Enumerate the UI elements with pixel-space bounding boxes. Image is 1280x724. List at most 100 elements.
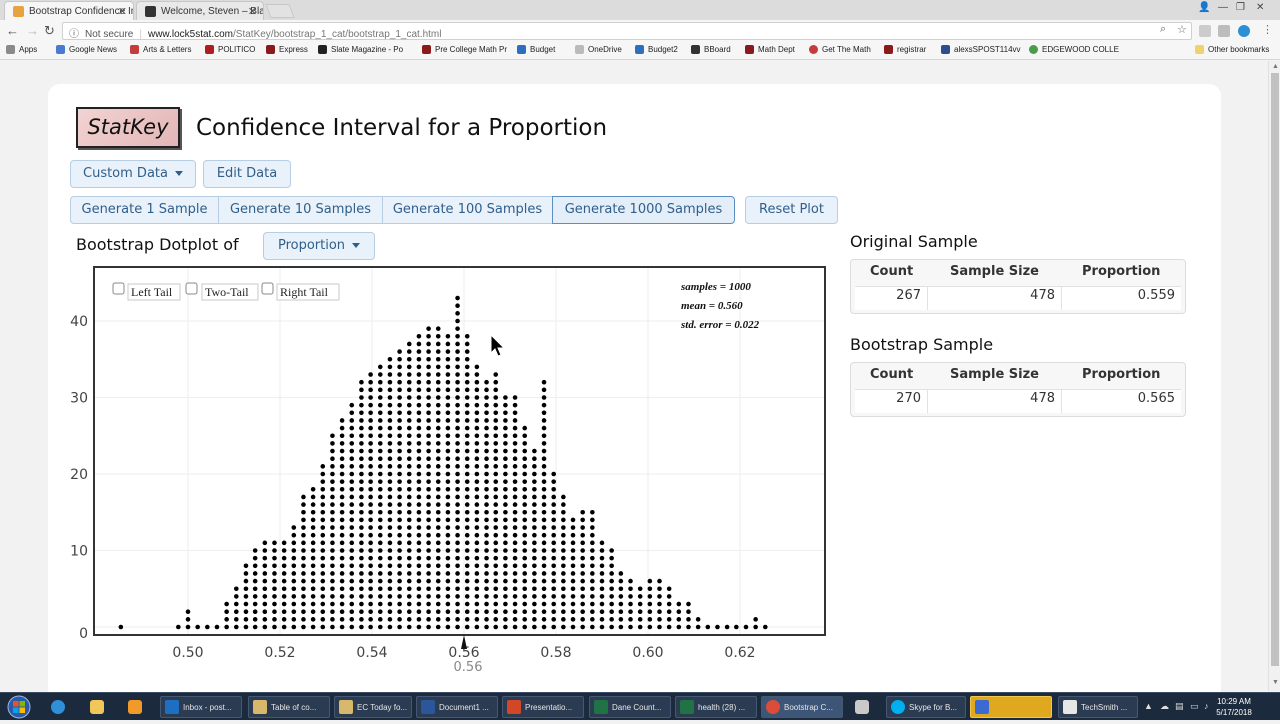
close-tab-icon[interactable]: ✕ — [248, 5, 257, 18]
extension-icon[interactable] — [1238, 25, 1250, 37]
taskbar-item-chrome[interactable]: Bootstrap C... — [761, 696, 843, 718]
dot — [512, 418, 518, 423]
scroll-down-icon[interactable]: ▼ — [1272, 679, 1279, 686]
bookmark-budget2[interactable]: Budget2 — [635, 45, 678, 54]
edit-data-button[interactable]: Edit Data — [203, 160, 291, 188]
extension-icon[interactable] — [1218, 25, 1230, 37]
browser-tab-blackboard[interactable]: Welcome, Steven – Black ✕ — [136, 1, 264, 20]
menu-kebab-icon[interactable]: ⋮ — [1262, 23, 1273, 36]
dot — [445, 464, 451, 469]
bookmark-onedrive[interactable]: OneDrive — [575, 45, 622, 54]
dot — [551, 479, 556, 484]
url-bar[interactable]: ⓘ Not secure | www.lock5stat.com/StatKey/bo… — [62, 22, 1192, 40]
reload-icon[interactable]: ↻ — [44, 23, 55, 39]
dot — [387, 410, 393, 416]
taskbar-item-excel-dane[interactable]: Dane Count... — [589, 696, 671, 718]
dot — [580, 609, 585, 614]
dot — [330, 624, 335, 630]
taskbar-item-ec-today[interactable]: EC Today fo... — [334, 696, 412, 718]
reset-plot-button[interactable]: Reset Plot — [745, 196, 838, 224]
page-scrollbar[interactable]: ▲ ▼ — [1268, 61, 1280, 691]
dot — [445, 341, 451, 347]
dot — [368, 617, 373, 622]
forward-arrow-icon[interactable]: → — [26, 23, 39, 38]
new-tab-button[interactable] — [265, 4, 295, 18]
taskbar-snipping[interactable] — [848, 696, 876, 718]
tray-monitor-icon[interactable]: ▭ — [1190, 701, 1199, 712]
restore-icon[interactable]: ❐ — [1236, 2, 1245, 13]
taskbar-media[interactable] — [121, 696, 149, 718]
generate-10-samples-button[interactable]: Generate 10 Samples — [218, 196, 383, 224]
taskbar-item-word[interactable]: Document1 ... — [416, 696, 498, 718]
dot — [532, 594, 537, 599]
generate-100-samples-button[interactable]: Generate 100 Samples — [382, 196, 553, 224]
dot — [387, 578, 393, 584]
bookmark-math-dept[interactable]: Math Dept — [745, 45, 795, 54]
profile-icon[interactable]: 👤 — [1198, 2, 1210, 13]
dot — [387, 532, 393, 538]
taskbar-item-powerpoint[interactable]: Presentatio... — [502, 696, 584, 718]
right-tail-checkbox[interactable] — [261, 282, 274, 295]
taskbar-item-outlook[interactable]: Inbox - post... — [160, 696, 242, 718]
bookmark-pre-college-math[interactable]: Pre College Math Pr — [422, 45, 507, 54]
bookmark-registrar[interactable]: registrar — [884, 45, 926, 54]
scroll-up-icon[interactable]: ▲ — [1272, 63, 1279, 70]
tray-volume-icon[interactable]: ♪ — [1204, 701, 1209, 711]
dot — [705, 624, 711, 630]
dot — [234, 594, 239, 599]
close-tab-icon[interactable]: ✕ — [118, 5, 127, 18]
bookmark-alexs-post[interactable]: alexsSPOST114vv — [941, 45, 1021, 54]
taskbar-clock[interactable]: 10:29 AM 5/17/2018 — [1216, 696, 1252, 718]
dot — [243, 609, 249, 614]
dot — [474, 601, 480, 607]
dot — [522, 540, 528, 546]
browser-tab-bootstrap[interactable]: Bootstrap Confidence In ✕ — [4, 1, 134, 20]
bookmark-get-the-math[interactable]: Get The Math — [809, 45, 871, 54]
taskbar-explorer[interactable] — [83, 696, 111, 718]
bookmark-bboard[interactable]: BBoard — [691, 45, 731, 54]
bookmark-arts-letters[interactable]: Arts & Letters — [130, 45, 191, 54]
dot — [474, 494, 480, 500]
taskbar-ie[interactable] — [44, 696, 72, 718]
dot — [570, 594, 576, 599]
minimize-icon[interactable]: — — [1218, 2, 1228, 13]
dot — [435, 471, 441, 477]
close-window-icon[interactable]: ✕ — [1256, 2, 1264, 13]
bookmark-express[interactable]: Express — [266, 45, 308, 54]
other-bookmarks[interactable]: Other bookmarks — [1195, 45, 1269, 54]
center-marker-triangle[interactable] — [461, 635, 467, 649]
tray-cloud-icon[interactable]: ☁ — [1160, 701, 1169, 712]
taskbar-item-techsmith[interactable]: TechSmith ... — [1058, 696, 1138, 718]
zoom-icon[interactable]: ⌕ — [1160, 23, 1166, 36]
statistic-dropdown[interactable]: Proportion — [263, 232, 375, 260]
extension-icon[interactable] — [1199, 25, 1211, 37]
tray-chevron-up-icon[interactable]: ▲ — [1144, 701, 1153, 711]
dot — [445, 356, 451, 362]
bookmark-budget[interactable]: Budget — [517, 45, 555, 54]
generate-1-sample-button[interactable]: Generate 1 Sample — [70, 196, 219, 224]
dot — [455, 410, 460, 416]
dot — [330, 471, 335, 477]
two-tail-checkbox[interactable] — [185, 282, 198, 295]
star-icon[interactable]: ☆ — [1177, 23, 1187, 36]
windows-start-button[interactable] — [3, 695, 35, 719]
bookmark-slate[interactable]: Slate Magazine - Po — [318, 45, 403, 54]
dot — [580, 555, 585, 561]
custom-data-dropdown[interactable]: Custom Data — [70, 160, 196, 188]
taskbar-item-table[interactable]: Table of co... — [248, 696, 330, 718]
left-tail-checkbox[interactable] — [112, 282, 125, 295]
dot — [445, 334, 451, 339]
bookmark-google-news[interactable]: Google News — [56, 45, 117, 54]
taskbar-item-paint[interactable] — [970, 696, 1052, 718]
dot — [541, 471, 547, 477]
bookmark-edgewood[interactable]: EDGEWOOD COLLE — [1029, 45, 1119, 54]
back-arrow-icon[interactable]: ← — [6, 23, 19, 38]
tray-network-icon[interactable]: ▤ — [1175, 701, 1184, 712]
bookmark-politico[interactable]: POLITICO — [205, 45, 255, 54]
scrollbar-thumb[interactable] — [1271, 73, 1279, 666]
taskbar-item-skype[interactable]: Skype for B... — [886, 696, 966, 718]
dot — [464, 464, 470, 469]
generate-1000-samples-button[interactable]: Generate 1000 Samples — [552, 196, 735, 224]
taskbar-item-excel-health[interactable]: health (28) ... — [675, 696, 757, 718]
bookmark-apps[interactable]: Apps — [6, 45, 37, 54]
